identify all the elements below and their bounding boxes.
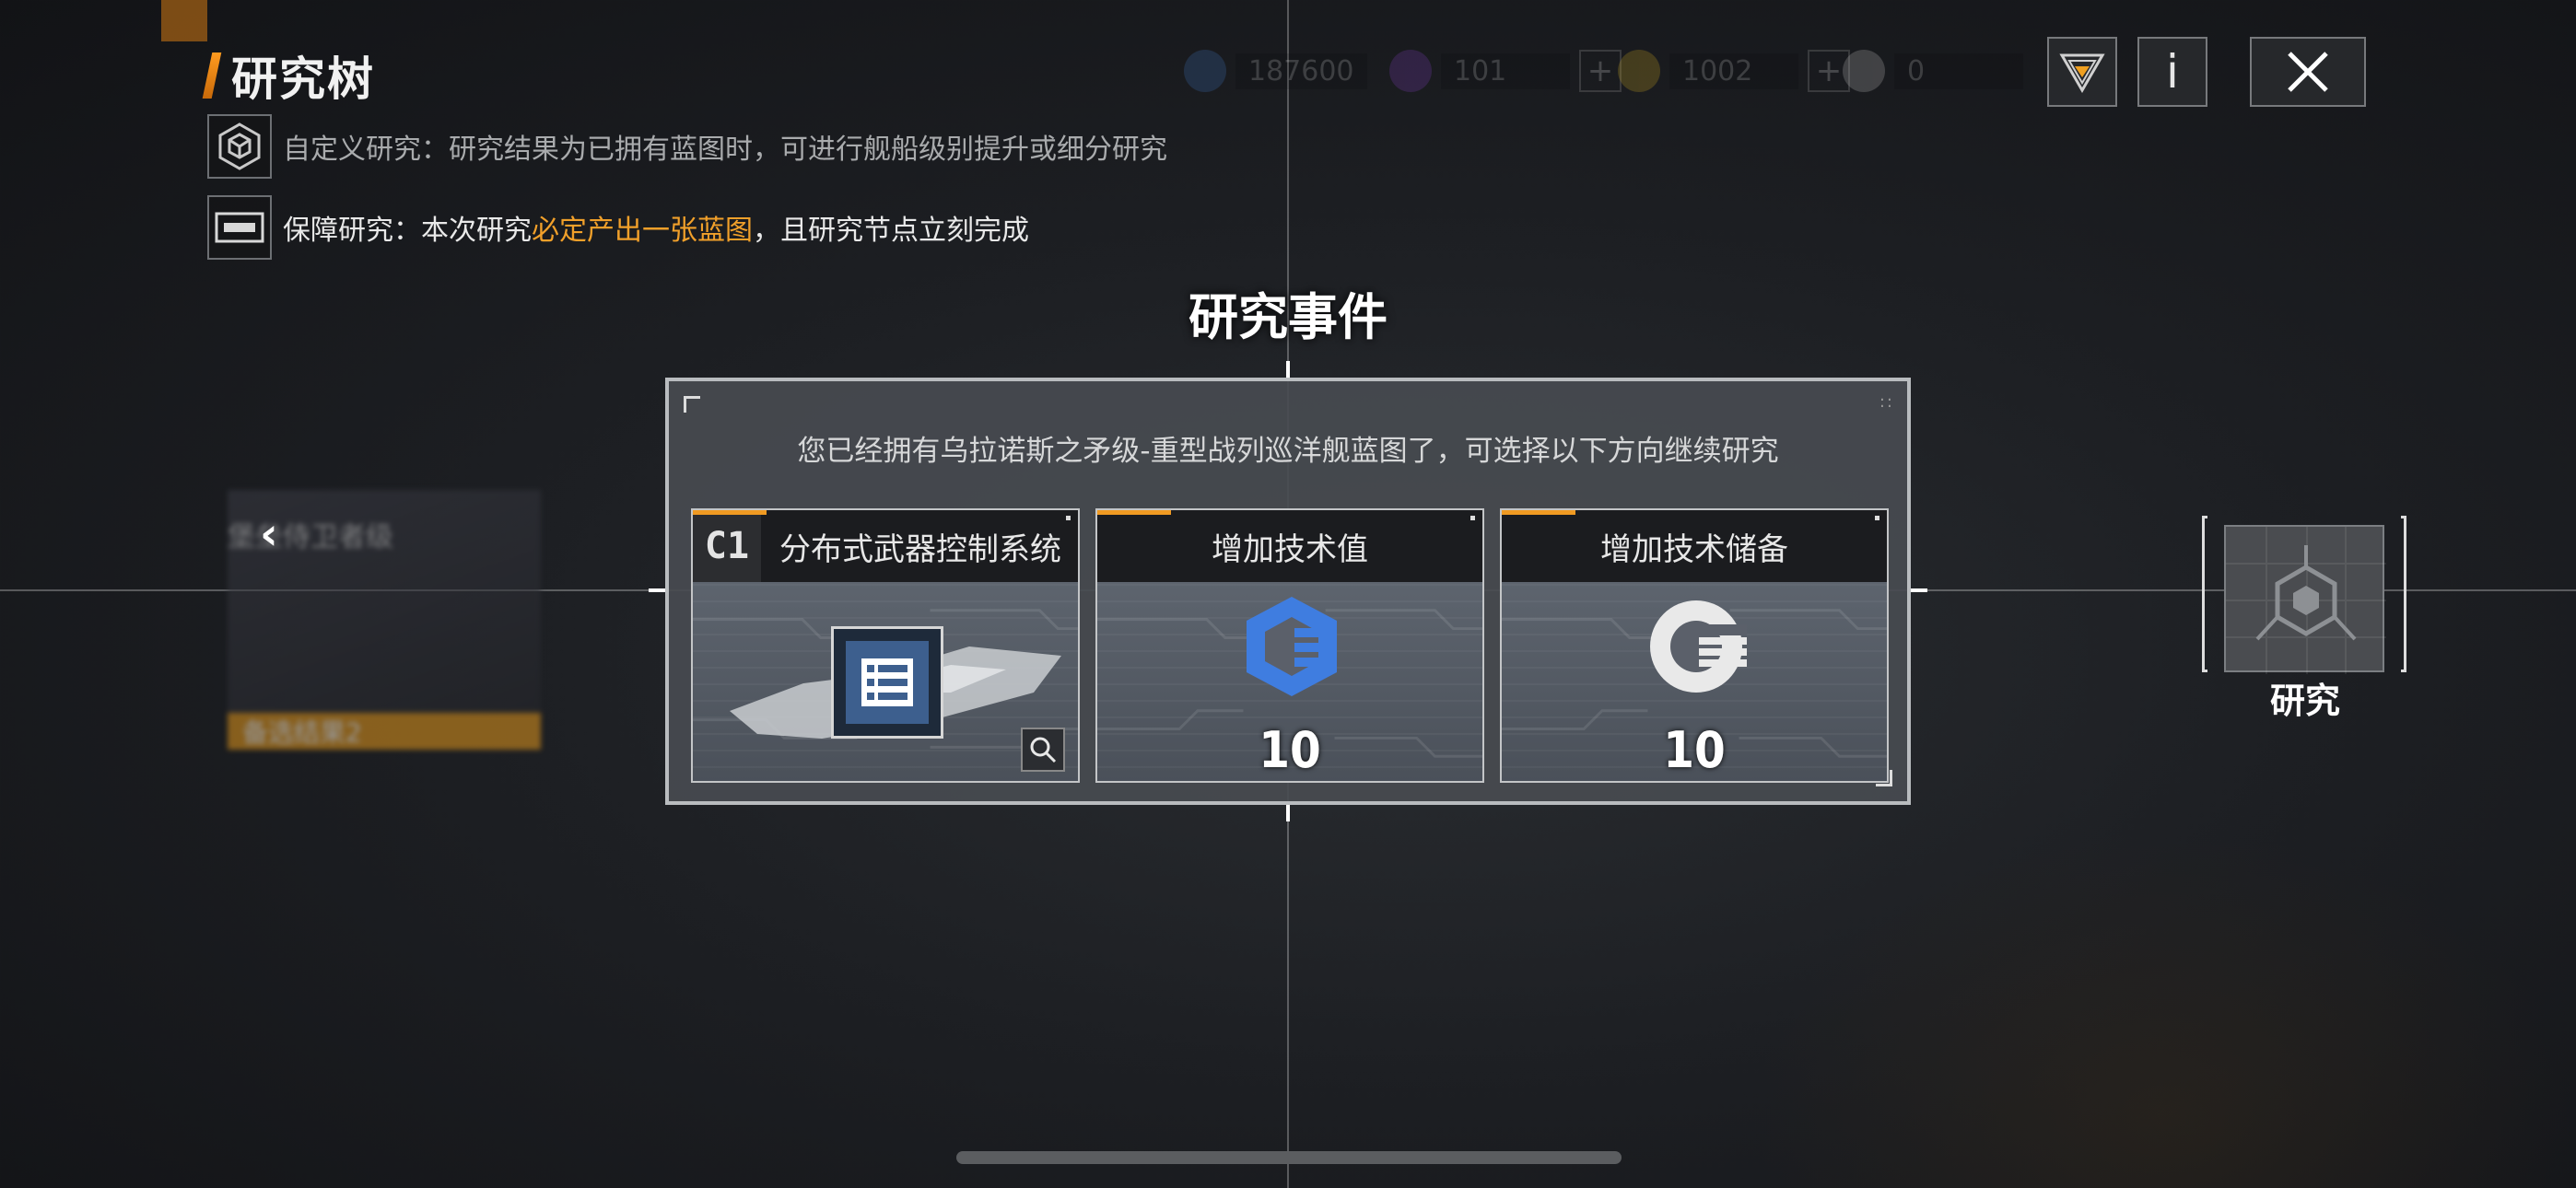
option-label: 增加技术储备 [1600,530,1788,568]
info-button[interactable]: i [2137,37,2207,107]
guaranteed-prefix: 保障研究：本次研究 [283,215,532,247]
option-label: 增加技术值 [1212,530,1368,568]
event-title: 研究事件 [1188,288,1388,346]
option-card-tech-reserve[interactable]: 增加技术储备 10 [1500,508,1889,783]
resource-value: 0 [1894,52,2023,89]
title-accent-bar [202,52,222,99]
option-accent [1097,510,1171,515]
resource-purple-crystal: 101 + [1389,48,1622,94]
option-body: 10 [1502,582,1887,781]
page-header: 研究树 [202,48,375,106]
custom-research-info: 自定义研究：研究结果为已拥有蓝图时，可进行舰船级别提升或细分研究 [207,114,1167,179]
blueprint-card-icon [207,195,272,260]
option-accent [693,510,767,515]
tech-value-icon [1247,597,1337,696]
custom-research-text: 自定义研究：研究结果为已拥有蓝图时，可进行舰船级别提升或细分研究 [283,134,1167,166]
tech-value-icon [1184,50,1226,92]
node-bracket-right [2401,516,2406,672]
blueprint-list-icon [831,626,943,739]
page-title: 研究树 [231,52,375,106]
option-value: 10 [1259,721,1321,779]
chevron-left-icon[interactable]: ‹ [260,508,278,560]
magnifier-button[interactable] [1021,728,1065,772]
resource-tech-reserve: 0 [1843,48,2023,94]
close-icon [2288,52,2328,92]
guaranteed-research-text: 保障研究：本次研究必定产出一张蓝图，且研究节点立刻完成 [283,207,1029,248]
option-header: 增加技术值 [1097,510,1482,582]
resource-value: 101 [1441,52,1570,89]
option-body: 10 [1097,582,1482,781]
option-value: 10 [1663,721,1726,779]
modal-left-tick [649,588,665,592]
corner-accent [161,0,207,41]
option-body [693,582,1078,781]
add-crystal-button[interactable]: + [1579,50,1622,92]
background-glow [1751,829,2576,1188]
guaranteed-research-info: 保障研究：本次研究必定产出一张蓝图，且研究节点立刻完成 [207,195,1029,260]
resource-value: 1002 [1669,52,1798,89]
option-card-weapon-system[interactable]: C1 分布式武器控制系统 [691,508,1080,783]
guaranteed-highlight: 必定产出一张蓝图 [532,215,753,247]
option-header: C1 分布式武器控制系统 [693,510,1078,582]
modal-dots: :: [1879,392,1894,412]
search-icon [1030,737,1057,763]
option-accent [1502,510,1575,515]
home-indicator[interactable] [956,1151,1622,1164]
option-label: 分布式武器控制系统 [779,530,1061,568]
modal-right-tick [1911,588,1927,592]
info-icon: i [2166,45,2179,99]
event-description: 您已经拥有乌拉诺斯之矛级-重型战列巡洋舰蓝图了，可选择以下方向继续研究 [797,435,1779,468]
option-dot [1875,516,1879,520]
option-header: 增加技术储备 [1502,510,1887,582]
filter-button[interactable] [2047,37,2117,107]
research-node-label: 研究 [2269,681,2340,721]
modal-top-tick [1286,361,1290,378]
tech-reserve-icon [1843,50,1885,92]
research-node[interactable] [2202,516,2406,674]
filter-triangle-icon [2059,53,2105,93]
tech-reserve-icon [1650,600,1747,693]
option-card-tech-value[interactable]: 增加技术值 10 [1095,508,1484,783]
research-event-modal: :: 您已经拥有乌拉诺斯之矛级-重型战列巡洋舰蓝图了，可选择以下方向继续研究 C… [665,378,1911,805]
tier-badge: C1 [693,510,761,582]
resource-tech-value: 187600 [1184,48,1367,94]
close-button[interactable] [2250,37,2366,107]
node-bracket-left [2202,516,2207,672]
left-node-title: 堡垒侍卫者级 [228,521,393,553]
resource-value: 187600 [1235,52,1367,89]
guaranteed-suffix: ，且研究节点立刻完成 [753,215,1029,247]
gold-coin-icon [1618,50,1660,92]
modal-bottom-tick [1286,805,1290,821]
left-node-tag: 备选结果2 [228,713,541,750]
node-tile [2224,525,2386,674]
option-dot [1470,516,1475,520]
purple-crystal-icon [1389,50,1432,92]
cube-icon [207,114,272,179]
option-dot [1066,516,1071,520]
research-hexagon-icon [2226,527,2386,674]
resource-gold: 1002 + [1618,48,1850,94]
corner-bracket [684,396,700,413]
